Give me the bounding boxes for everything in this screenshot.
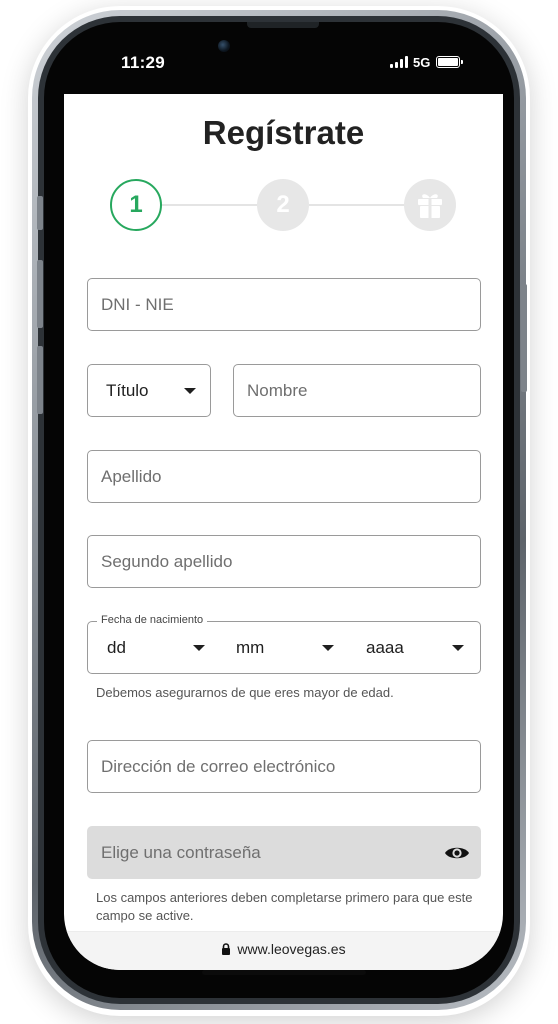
network-label: 5G bbox=[413, 54, 431, 70]
dni-placeholder: DNI - NIE bbox=[101, 294, 174, 314]
browser-url-bar[interactable]: www.leovegas.es bbox=[64, 931, 503, 970]
step-2-indicator: 2 bbox=[257, 179, 309, 231]
name-field[interactable]: Nombre bbox=[233, 364, 481, 417]
volume-down-button bbox=[37, 346, 43, 414]
title-select[interactable]: Título bbox=[87, 364, 211, 417]
chevron-down-icon bbox=[452, 644, 464, 651]
speaker-grille bbox=[247, 22, 319, 28]
step-connector bbox=[162, 204, 258, 206]
lock-icon bbox=[222, 943, 231, 955]
front-camera bbox=[218, 40, 230, 52]
password-hint: Los campos anteriores deben completarse … bbox=[96, 890, 473, 923]
page-title: Regístrate bbox=[202, 114, 365, 151]
power-button bbox=[521, 284, 527, 392]
url-text: www.leovegas.es bbox=[237, 941, 346, 957]
chevron-down-icon bbox=[184, 387, 196, 394]
status-time: 11:29 bbox=[121, 53, 166, 72]
second-surname-placeholder: Segundo apellido bbox=[101, 551, 233, 571]
surname-field[interactable]: Apellido bbox=[87, 450, 481, 503]
surname-placeholder: Apellido bbox=[101, 466, 162, 486]
volume-up-button bbox=[37, 260, 43, 328]
birthdate-hint: Debemos asegurarnos de que eres mayor de… bbox=[96, 685, 394, 700]
second-surname-field[interactable]: Segundo apellido bbox=[87, 535, 481, 588]
step-connector bbox=[309, 204, 405, 206]
birth-year-value: aaaa bbox=[366, 637, 404, 657]
step-3-indicator bbox=[404, 179, 456, 231]
password-field: Elige una contraseña bbox=[87, 826, 481, 879]
step-1-label: 1 bbox=[129, 191, 143, 218]
email-field[interactable]: Dirección de correo electrónico bbox=[87, 740, 481, 793]
password-placeholder: Elige una contraseña bbox=[101, 842, 261, 862]
gift-icon bbox=[418, 194, 442, 218]
silent-switch bbox=[37, 196, 43, 230]
eye-icon[interactable] bbox=[444, 844, 470, 862]
home-indicator[interactable] bbox=[202, 970, 366, 975]
chevron-down-icon bbox=[193, 644, 205, 651]
screen: Regístrate 1 2 DNI - NIE Título Nombre A… bbox=[64, 94, 503, 970]
title-select-value: Título bbox=[106, 380, 149, 400]
step-1-indicator: 1 bbox=[110, 179, 162, 231]
birth-day-select[interactable]: dd bbox=[107, 622, 205, 673]
birth-month-select[interactable]: mm bbox=[236, 622, 334, 673]
birth-day-value: dd bbox=[107, 637, 126, 657]
birth-year-select[interactable]: aaaa bbox=[366, 622, 464, 673]
step-2-label: 2 bbox=[276, 191, 290, 218]
email-placeholder: Dirección de correo electrónico bbox=[101, 756, 336, 776]
birthdate-field: Fecha de nacimiento dd mm aaaa bbox=[87, 614, 481, 674]
chevron-down-icon bbox=[322, 644, 334, 651]
signal-icon bbox=[390, 56, 408, 68]
battery-icon bbox=[436, 56, 464, 68]
url-container: www.leovegas.es bbox=[221, 941, 346, 957]
dni-field[interactable]: DNI - NIE bbox=[87, 278, 481, 331]
birth-month-value: mm bbox=[236, 637, 265, 657]
status-indicators: 5G bbox=[390, 54, 464, 70]
name-placeholder: Nombre bbox=[247, 380, 308, 400]
